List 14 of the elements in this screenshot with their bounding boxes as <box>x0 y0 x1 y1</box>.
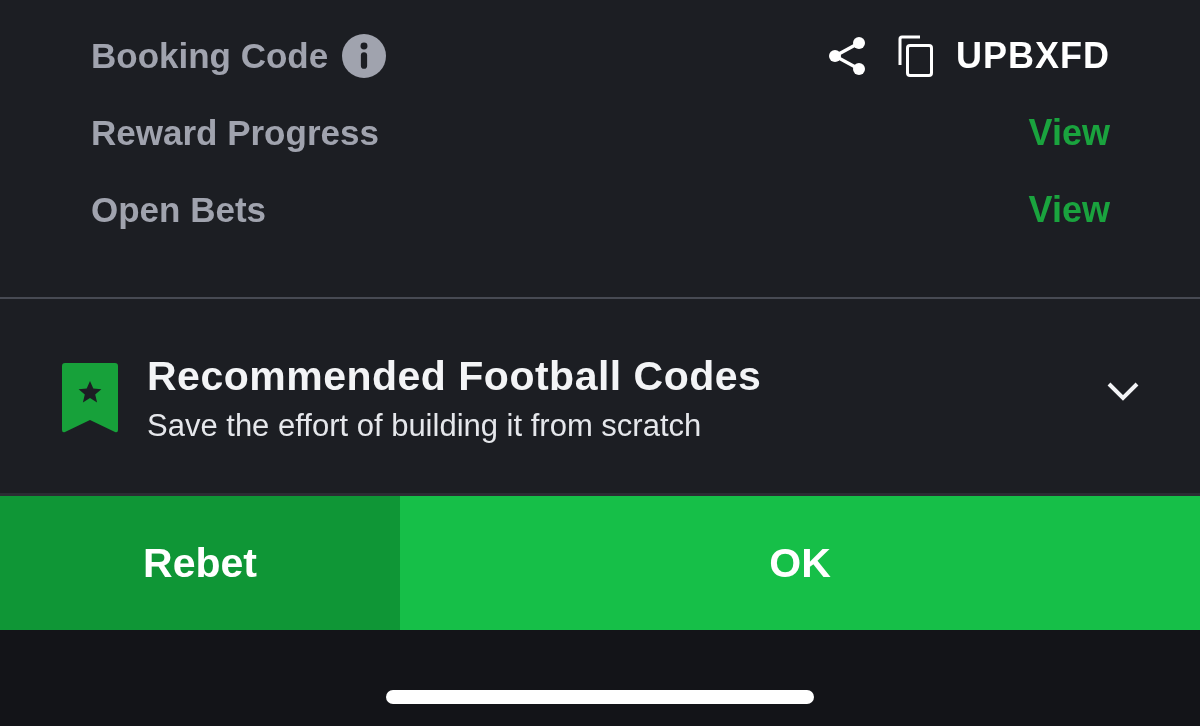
chevron-icon[interactable] <box>1106 380 1140 402</box>
share-icon[interactable] <box>828 35 868 76</box>
bookmark-star-icon <box>62 363 118 433</box>
view-link[interactable]: View <box>1028 111 1110 154</box>
action-button[interactable]: Rebet <box>0 496 400 630</box>
recommendation-subtitle: Save the effort of building it from scratch <box>147 407 702 444</box>
view-link[interactable]: View <box>1028 188 1110 231</box>
row-label: Booking Code <box>91 35 329 76</box>
copy-icon[interactable] <box>898 34 934 77</box>
row-label: Reward Progress <box>91 112 379 153</box>
recommendation-title: Recommended Football Codes <box>147 352 762 400</box>
booking-code: UPBXFD <box>956 34 1110 77</box>
info-icon[interactable] <box>342 33 387 78</box>
row-label: Open Bets <box>91 189 267 230</box>
